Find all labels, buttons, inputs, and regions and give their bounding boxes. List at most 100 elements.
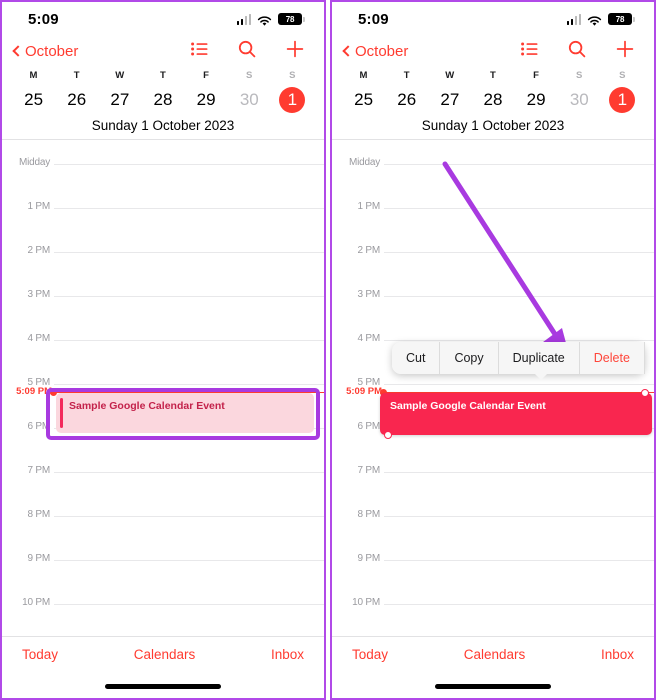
status-icons: 78 (236, 13, 305, 26)
day-cell-selected[interactable]: 1 (271, 81, 314, 113)
hour-line (54, 252, 324, 253)
selected-date-title: Sunday 1 October 2023 (91, 118, 235, 133)
tab-inbox[interactable]: Inbox (601, 647, 634, 662)
day-grid: Midday 1 PM 2 PM 3 PM 4 PM 5 PM 6 PM 7 P… (2, 140, 324, 612)
event-resize-handle-bottom[interactable] (384, 431, 392, 439)
day-cell[interactable]: 25 (342, 81, 385, 113)
tab-calendars[interactable]: Calendars (58, 647, 271, 662)
menu-item-copy[interactable]: Copy (440, 342, 499, 374)
hour-label: 9 PM (27, 553, 50, 564)
current-time-label: 5:09 PM (16, 386, 52, 397)
menu-item-cut[interactable]: Cut (392, 342, 441, 374)
add-event-icon[interactable] (286, 40, 304, 63)
back-button[interactable]: October (10, 43, 78, 60)
tab-bar: Today Calendars Inbox (2, 636, 324, 698)
hour-line (54, 384, 324, 385)
list-view-icon[interactable] (191, 42, 208, 61)
nav-actions (191, 40, 308, 63)
weekday-label: S (246, 70, 253, 81)
weekday-number-row: 25 26 27 28 29 30 1 (12, 81, 314, 113)
home-indicator (105, 684, 221, 689)
add-event-icon[interactable] (616, 40, 634, 63)
tab-inbox[interactable]: Inbox (271, 647, 304, 662)
hour-label: 2 PM (27, 245, 50, 256)
hour-line (54, 516, 324, 517)
menu-item-duplicate[interactable]: Duplicate (498, 342, 580, 374)
search-icon[interactable] (568, 40, 586, 63)
hour-label: 10 PM (352, 597, 380, 608)
weekday-label: S (576, 70, 583, 81)
phone-screen-right: 5:09 78 October M T W T F S S 25 26 27 2… (330, 0, 656, 700)
hour-line (54, 296, 324, 297)
hour-line (54, 472, 324, 473)
calendar-event[interactable]: Sample Google Calendar Event (56, 393, 314, 433)
weekday-label: F (533, 70, 540, 81)
battery-level: 78 (615, 14, 625, 24)
hour-line (384, 208, 654, 209)
tab-bar: Today Calendars Inbox (332, 636, 654, 698)
chevron-left-icon (342, 45, 354, 57)
day-cell[interactable]: 25 (12, 81, 55, 113)
battery-icon: 78 (608, 13, 635, 25)
hour-line (54, 164, 324, 165)
day-number: 28 (153, 90, 173, 109)
hour-line (384, 604, 654, 605)
hour-label: 8 PM (27, 509, 50, 520)
calendar-event-selected[interactable]: Sample Google Calendar Event (380, 393, 652, 435)
day-cell[interactable]: 30 (228, 81, 271, 113)
list-view-icon[interactable] (521, 42, 538, 61)
weekday-label: S (289, 70, 296, 81)
hour-label: Midday (348, 157, 380, 168)
hour-label: 6 PM (357, 421, 380, 432)
menu-item-delete[interactable]: Delete (579, 342, 645, 374)
status-bar: 5:09 78 (332, 2, 654, 36)
day-cell[interactable]: 28 (141, 81, 184, 113)
day-number: 29 (526, 90, 546, 109)
hour-label: 7 PM (357, 465, 380, 476)
hour-line (384, 252, 654, 253)
day-cell-selected[interactable]: 1 (601, 81, 644, 113)
home-indicator (435, 684, 551, 689)
hour-line (54, 560, 324, 561)
hour-line (384, 472, 654, 473)
tab-calendars[interactable]: Calendars (388, 647, 601, 662)
hour-label: 10 PM (22, 597, 50, 608)
day-number: 25 (24, 90, 44, 109)
hour-label: Midday (18, 157, 50, 168)
day-number-selected: 1 (279, 87, 306, 113)
chevron-left-icon (12, 45, 24, 57)
context-menu: Cut Copy Duplicate Delete (392, 342, 645, 380)
day-number: 29 (196, 90, 216, 109)
hour-line (384, 560, 654, 561)
weekday-label: T (489, 70, 496, 81)
weekday-label: W (445, 70, 455, 81)
day-cell[interactable]: 29 (515, 81, 558, 113)
weekday-label: T (159, 70, 166, 81)
back-button[interactable]: October (340, 43, 408, 60)
tab-today[interactable]: Today (22, 647, 58, 662)
search-icon[interactable] (238, 40, 256, 63)
weekday-label: T (403, 70, 410, 81)
day-cell[interactable]: 27 (428, 81, 471, 113)
event-resize-handle-top[interactable] (641, 389, 649, 397)
tab-today[interactable]: Today (352, 647, 388, 662)
day-cell[interactable]: 28 (471, 81, 514, 113)
status-time: 5:09 (358, 10, 389, 28)
day-cell[interactable]: 30 (558, 81, 601, 113)
back-label: October (355, 42, 409, 60)
day-cell[interactable]: 26 (55, 81, 98, 113)
day-cell[interactable]: 27 (98, 81, 141, 113)
hour-line (384, 296, 654, 297)
day-cell[interactable]: 26 (385, 81, 428, 113)
day-number: 26 (397, 90, 417, 109)
phone-screen-left: 5:09 78 October M T W T F S S 25 26 27 2… (0, 0, 326, 700)
hour-line (384, 516, 654, 517)
event-color-bar (60, 398, 63, 428)
week-strip: M T W T F S S 25 26 27 28 29 30 1 Sunday… (2, 66, 324, 139)
nav-actions (521, 40, 638, 63)
day-number-selected: 1 (609, 87, 636, 113)
hour-label: 6 PM (27, 421, 50, 432)
weekday-number-row: 25 26 27 28 29 30 1 (342, 81, 644, 113)
day-cell[interactable]: 29 (185, 81, 228, 113)
cellular-signal-icon (566, 13, 581, 25)
